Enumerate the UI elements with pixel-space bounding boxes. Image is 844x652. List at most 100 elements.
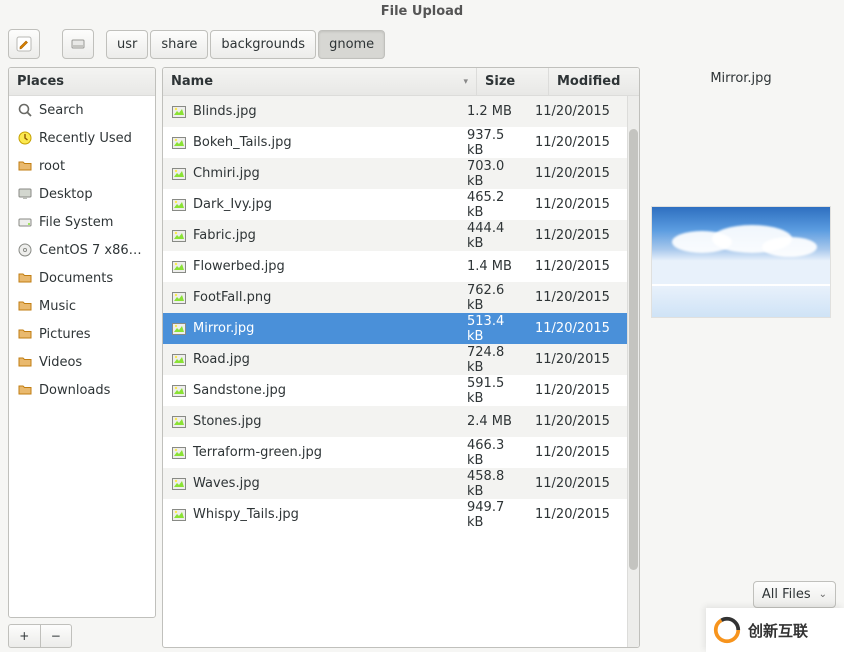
file-name: Stones.jpg — [193, 414, 262, 429]
file-size: 458.8 kB — [459, 469, 531, 499]
places-item[interactable]: Videos — [9, 348, 155, 376]
file-row[interactable]: Dark_Ivy.jpg465.2 kB11/20/2015 — [163, 189, 627, 220]
places-item-label: Recently Used — [39, 131, 132, 146]
file-row[interactable]: Bokeh_Tails.jpg 937.5 kB11/20/2015 — [163, 127, 627, 158]
recent-icon — [17, 130, 33, 146]
places-item-label: Desktop — [39, 187, 93, 202]
places-item[interactable]: Desktop — [9, 180, 155, 208]
file-list: Name ▾ Size Modified Blinds.jpg1.2 MB11/… — [162, 67, 640, 648]
file-row[interactable]: Mirror.jpg513.4 kB11/20/2015 — [163, 313, 627, 344]
toolbar: usrsharebackgroundsgnome — [0, 25, 844, 67]
file-modified: 11/20/2015 — [531, 166, 627, 181]
places-item[interactable]: File System — [9, 208, 155, 236]
file-name: Bokeh_Tails.jpg — [193, 135, 292, 150]
file-size: 1.2 MB — [459, 104, 531, 119]
scrollbar-thumb[interactable] — [629, 129, 638, 570]
file-modified: 11/20/2015 — [531, 352, 627, 367]
file-name: Waves.jpg — [193, 476, 260, 491]
file-row[interactable]: Road.jpg724.8 kB11/20/2015 — [163, 344, 627, 375]
file-size: 513.4 kB — [459, 314, 531, 344]
path-root-button[interactable] — [62, 29, 94, 59]
places-item[interactable]: Downloads — [9, 376, 155, 404]
breadcrumb-segment[interactable]: share — [150, 30, 208, 59]
file-row[interactable]: Stones.jpg2.4 MB11/20/2015 — [163, 406, 627, 437]
file-modified: 11/20/2015 — [531, 228, 627, 243]
file-rows[interactable]: Blinds.jpg1.2 MB11/20/2015Bokeh_Tails.jp… — [163, 96, 639, 647]
file-row[interactable]: Chmiri.jpg 703.0 kB11/20/2015 — [163, 158, 627, 189]
places-header: Places — [9, 68, 155, 96]
file-row[interactable]: Fabric.jpg 444.4 kB11/20/2015 — [163, 220, 627, 251]
file-size: 466.3 kB — [459, 438, 531, 468]
image-file-icon — [171, 259, 187, 275]
file-row[interactable]: Sandstone.jpg591.5 kB11/20/2015 — [163, 375, 627, 406]
window-title: File Upload — [0, 0, 844, 25]
places-item-label: Downloads — [39, 383, 110, 398]
breadcrumb-segment[interactable]: gnome — [318, 30, 385, 59]
main-area: Places Search Recently Used root Desktop Fil… — [0, 67, 844, 652]
folder-icon — [17, 270, 33, 286]
file-name: Road.jpg — [193, 352, 250, 367]
column-header-size[interactable]: Size — [477, 68, 549, 95]
edit-path-button[interactable] — [8, 29, 40, 59]
watermark-logo-icon — [712, 615, 742, 645]
file-row[interactable]: Terraform-green.jpg466.3 kB11/20/2015 — [163, 437, 627, 468]
file-modified: 11/20/2015 — [531, 104, 627, 119]
places-item[interactable]: Music — [9, 292, 155, 320]
file-size: 762.6 kB — [459, 283, 531, 313]
file-size: 1.4 MB — [459, 259, 531, 274]
image-file-icon — [171, 445, 187, 461]
file-modified: 11/20/2015 — [531, 507, 627, 522]
file-name: Whispy_Tails.jpg — [193, 507, 299, 522]
breadcrumb-segment[interactable]: usr — [106, 30, 148, 59]
places-item[interactable]: Search — [9, 96, 155, 124]
places-item[interactable]: Recently Used — [9, 124, 155, 152]
file-name: Sandstone.jpg — [193, 383, 286, 398]
places-item-label: Documents — [39, 271, 113, 286]
file-type-filter[interactable]: All Files ⌄ — [753, 581, 836, 608]
places-item[interactable]: Documents — [9, 264, 155, 292]
chevron-down-icon: ⌄ — [819, 589, 827, 600]
file-modified: 11/20/2015 — [531, 197, 627, 212]
places-item-label: Search — [39, 103, 84, 118]
drive-icon — [70, 36, 86, 52]
folder-icon — [17, 354, 33, 370]
image-file-icon — [171, 321, 187, 337]
sort-indicator-icon: ▾ — [463, 77, 468, 87]
add-bookmark-button[interactable]: + — [9, 625, 40, 647]
image-file-icon — [171, 383, 187, 399]
file-row[interactable]: Blinds.jpg1.2 MB11/20/2015 — [163, 96, 627, 127]
column-header-name[interactable]: Name ▾ — [163, 68, 477, 95]
column-modified-label: Modified — [557, 74, 620, 89]
preview-panel: Mirror.jpg — [646, 67, 836, 648]
file-size: 937.5 kB — [459, 128, 531, 158]
file-modified: 11/20/2015 — [531, 383, 627, 398]
folder-icon — [17, 158, 33, 174]
places-item-label: Music — [39, 299, 76, 314]
file-name: Terraform-green.jpg — [193, 445, 322, 460]
drive-icon — [17, 214, 33, 230]
places-item-label: Pictures — [39, 327, 90, 342]
breadcrumb-segment[interactable]: backgrounds — [210, 30, 316, 59]
folder-icon — [17, 326, 33, 342]
file-row[interactable]: Waves.jpg458.8 kB11/20/2015 — [163, 468, 627, 499]
places-item[interactable]: CentOS 7 x86_... — [9, 236, 155, 264]
file-name: Mirror.jpg — [193, 321, 254, 336]
file-row[interactable]: Flowerbed.jpg1.4 MB11/20/2015 — [163, 251, 627, 282]
file-name: FootFall.png — [193, 290, 271, 305]
places-item[interactable]: Pictures — [9, 320, 155, 348]
remove-bookmark-button[interactable]: − — [40, 625, 72, 647]
file-modified: 11/20/2015 — [531, 259, 627, 274]
file-row[interactable]: FootFall.png762.6 kB11/20/2015 — [163, 282, 627, 313]
file-size: 444.4 kB — [459, 221, 531, 251]
scrollbar[interactable] — [627, 96, 639, 647]
preview-filename: Mirror.jpg — [710, 71, 771, 86]
places-item-label: File System — [39, 215, 113, 230]
file-modified: 11/20/2015 — [531, 135, 627, 150]
file-name: Fabric.jpg — [193, 228, 256, 243]
file-size: 703.0 kB — [459, 159, 531, 189]
places-item[interactable]: root — [9, 152, 155, 180]
file-name: Chmiri.jpg — [193, 166, 260, 181]
file-row[interactable]: Whispy_Tails.jpg949.7 kB11/20/2015 — [163, 499, 627, 530]
column-header-modified[interactable]: Modified — [549, 68, 639, 95]
disc-icon — [17, 242, 33, 258]
